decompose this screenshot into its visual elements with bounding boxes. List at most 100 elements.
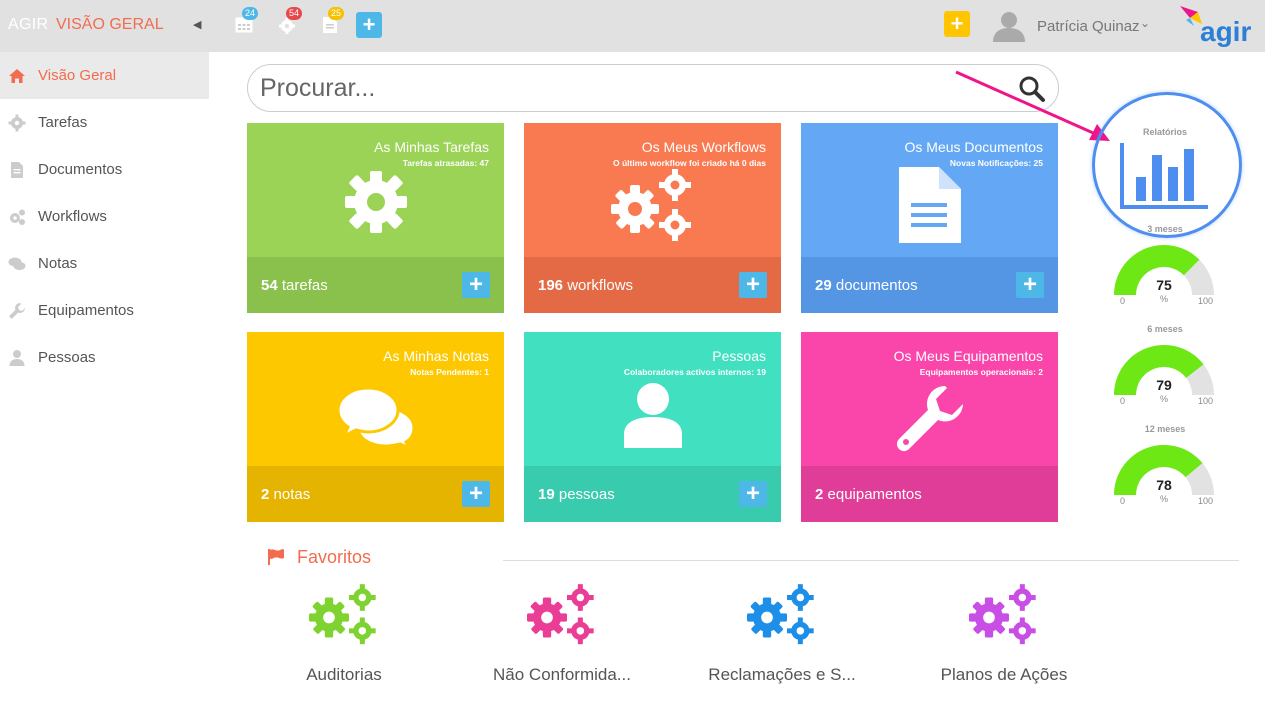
chat-icon (8, 257, 26, 270)
document-notif-icon[interactable]: 25 (320, 7, 345, 36)
favorite-reclamacoes[interactable]: Reclamações e S... (682, 584, 882, 685)
top-bar: AGIR VISÃO GERAL ◀ 24 54 25 + + Patrícia… (0, 0, 1265, 52)
tile-subtitle: Novas Notificações: 25 (949, 158, 1043, 168)
tile-pessoas[interactable]: Pessoas Colaboradores activos internos: … (524, 332, 781, 522)
sidebar-item-pessoas[interactable]: Pessoas (0, 334, 210, 381)
sidebar-item-label: Visão Geral (38, 67, 117, 84)
document-icon (11, 161, 23, 178)
tile-subtitle: Tarefas atrasadas: 47 (402, 158, 489, 168)
tile-count: 54 tarefas (261, 277, 328, 294)
favorite-label: Reclamações e S... (708, 665, 856, 684)
gauge-value: 75 (1156, 277, 1172, 293)
favorite-label: Planos de Ações (940, 665, 1068, 684)
gauge-max: 100 (1198, 296, 1214, 306)
sidebar-item-label: Pessoas (38, 349, 96, 366)
home-icon (9, 68, 25, 83)
calendar-badge: 24 (242, 7, 259, 20)
gears-icon (10, 209, 25, 225)
sidebar-item-visao-geral[interactable]: Visão Geral (0, 52, 209, 99)
tile-count: 196 workflows (538, 277, 634, 294)
sidebar-item-label: Equipamentos (38, 302, 134, 319)
gears-icon (747, 584, 814, 645)
sidebar-item-label: Tarefas (38, 114, 88, 131)
wrench-icon (896, 385, 963, 452)
person-icon (9, 349, 25, 366)
tile-notas[interactable]: As Minhas Notas Notas Pendentes: 1 2 not… (247, 332, 504, 522)
tile-tarefas[interactable]: As Minhas Tarefas Tarefas atrasadas: 47 … (247, 123, 504, 313)
gears-icon (969, 584, 1036, 645)
chat-icon (335, 386, 416, 448)
favorite-planos-de-acoes[interactable]: Planos de Ações (904, 584, 1104, 685)
arrow-annotation (955, 70, 1110, 141)
tile-title: As Minhas Notas (383, 348, 489, 364)
tile-documentos[interactable]: Os Meus Documentos Novas Notificações: 2… (801, 123, 1058, 313)
logo-text: agir (1200, 16, 1251, 47)
section-title: VISÃO GERAL (56, 16, 164, 33)
gauge-min: 0 (1120, 296, 1126, 306)
gears-icon (527, 584, 594, 645)
gauge-6-meses[interactable]: 6 meses 79 % 0 100 (1110, 324, 1220, 414)
add-workflow-button[interactable]: + (739, 272, 767, 298)
favorites-divider (503, 560, 1239, 561)
user-name[interactable]: Patrícia Quinaz (1037, 18, 1140, 35)
gauge-max: 100 (1198, 396, 1214, 406)
favorite-nao-conformidades[interactable]: Não Conformida... (462, 584, 662, 685)
add-pessoa-button[interactable]: + (739, 481, 767, 507)
gear-icon (8, 114, 26, 131)
tile-title: Os Meus Workflows (641, 139, 766, 155)
gauge-label: 6 meses (1147, 324, 1183, 334)
collapse-sidebar-icon[interactable]: ◀ (193, 18, 201, 31)
chevron-down-icon[interactable]: ⌄ (1140, 16, 1150, 30)
tile-title: Os Meus Equipamentos (893, 348, 1043, 364)
calendar-icon[interactable]: 24 (234, 7, 259, 36)
gauge-label: 3 meses (1147, 224, 1183, 234)
favorites-title: Favoritos (297, 547, 372, 567)
add-tarefa-button[interactable]: + (462, 272, 490, 298)
quick-add-button[interactable]: + (944, 11, 970, 37)
add-nota-button[interactable]: + (462, 481, 490, 507)
sidebar-item-workflows[interactable]: Workflows (0, 193, 210, 240)
gauge-min: 0 (1120, 396, 1126, 406)
gauge-3-meses[interactable]: 3 meses 75 % 0 100 (1110, 224, 1220, 314)
sidebar-item-label: Workflows (38, 208, 107, 225)
wrench-icon (9, 302, 25, 319)
gear-badge: 54 (286, 7, 303, 20)
tile-subtitle: O último workflow foi criado há 0 dias (612, 158, 766, 168)
tile-count: 19 pessoas (538, 486, 615, 503)
gauge-label: 12 meses (1144, 424, 1186, 434)
sidebar-item-equipamentos[interactable]: Equipamentos (0, 287, 210, 334)
search-input[interactable] (260, 71, 1000, 105)
user-avatar[interactable] (990, 10, 1028, 42)
tile-title: As Minhas Tarefas (374, 139, 489, 155)
gear-notif-icon[interactable]: 54 (278, 7, 303, 36)
agir-logo: agir (1176, 4, 1258, 48)
gears-icon (610, 169, 691, 241)
tile-subtitle: Notas Pendentes: 1 (410, 367, 489, 377)
sidebar-item-label: Notas (38, 255, 78, 272)
flag-icon (268, 549, 284, 565)
brand-name[interactable]: AGIR (8, 16, 48, 34)
add-button[interactable]: + (356, 12, 382, 38)
gauge-min: 0 (1120, 496, 1126, 506)
gauge-value: 78 (1156, 477, 1172, 493)
sidebar-item-tarefas[interactable]: Tarefas (0, 99, 210, 146)
bar-chart-icon[interactable] (1120, 143, 1210, 211)
search-box (247, 64, 1059, 112)
favorite-auditorias[interactable]: Auditorias (244, 584, 444, 685)
favorite-label: Não Conformida... (493, 665, 631, 684)
sidebar-item-documentos[interactable]: Documentos (0, 146, 210, 193)
gear-icon (344, 171, 407, 233)
sidebar: Visão Geral Tarefas Documentos Workflows… (0, 52, 210, 381)
tile-count: 2 equipamentos (815, 486, 922, 503)
sidebar-item-notas[interactable]: Notas (0, 240, 210, 287)
tile-subtitle: Colaboradores activos internos: 19 (623, 367, 766, 377)
person-icon (623, 383, 682, 448)
tile-workflows[interactable]: Os Meus Workflows O último workflow foi … (524, 123, 781, 313)
gauge-12-meses[interactable]: 12 meses 78 % 0 100 (1110, 424, 1220, 514)
add-documento-button[interactable]: + (1016, 272, 1044, 298)
gauge-value: 79 (1156, 377, 1172, 393)
tile-count: 2 notas (261, 486, 311, 503)
sidebar-item-label: Documentos (38, 161, 123, 178)
tile-equipamentos[interactable]: Os Meus Equipamentos Equipamentos operac… (801, 332, 1058, 522)
tile-subtitle: Equipamentos operacionais: 2 (919, 367, 1043, 377)
